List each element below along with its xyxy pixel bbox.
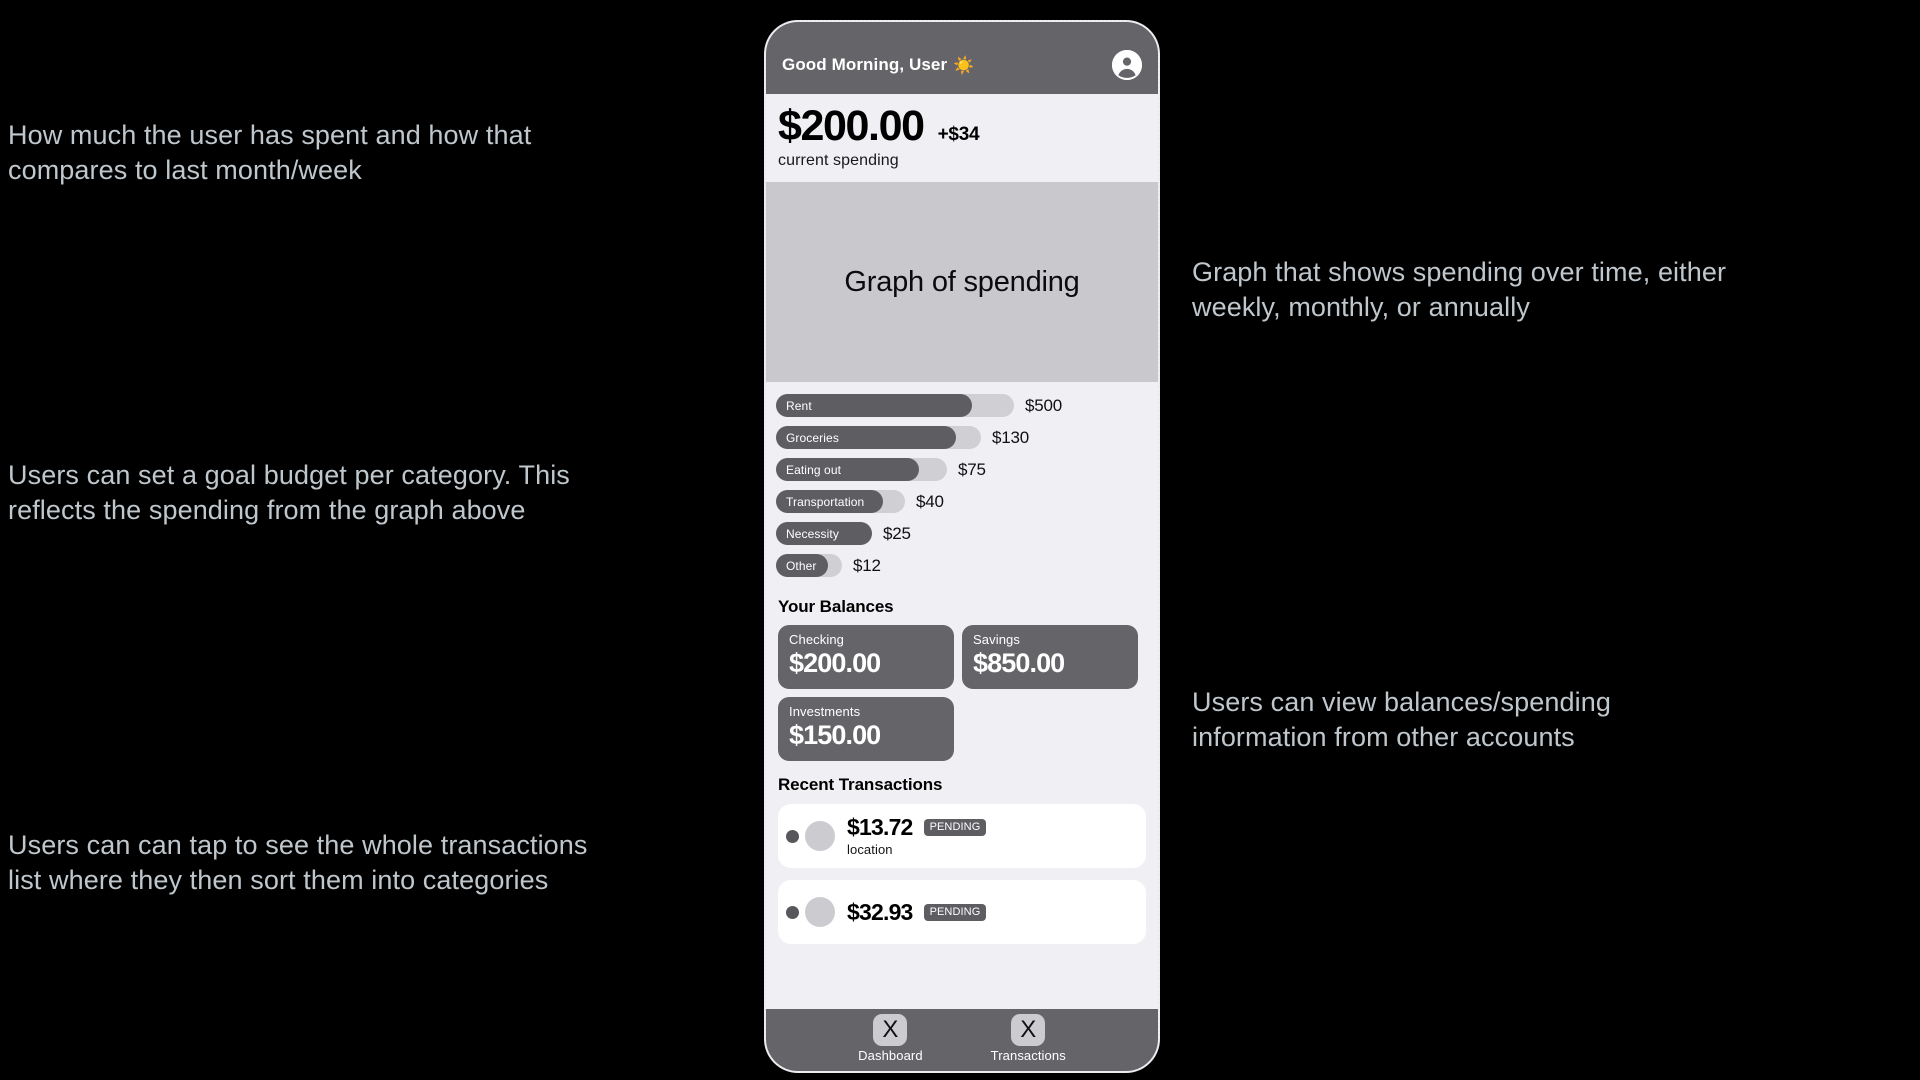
- nav-item-transactions[interactable]: X Transactions: [990, 1013, 1066, 1063]
- transaction-status-badge: PENDING: [923, 819, 987, 837]
- annotation-balances: Users can view balances/spending informa…: [1192, 687, 1611, 753]
- transaction-row[interactable]: $32.93 PENDING: [778, 880, 1146, 945]
- budget-category-value: $500: [1025, 395, 1063, 415]
- budget-row[interactable]: Eating out $75: [776, 458, 1146, 482]
- budget-category-value: $75: [958, 459, 986, 479]
- budget-row[interactable]: Rent $500: [776, 394, 1146, 418]
- nav-item-label: Dashboard: [858, 1047, 923, 1063]
- spending-label: current spending: [778, 152, 899, 170]
- phone-mockup: Good Morning, User ☀️ $200.00 +$34 curre…: [764, 20, 1160, 1073]
- spending-graph-label: Graph of spending: [844, 265, 1080, 298]
- merchant-avatar: [805, 821, 835, 852]
- budget-track: Other: [776, 554, 842, 578]
- annotation-transactions: Users can can tap to see the whole trans…: [8, 830, 588, 896]
- nav-item-label: Transactions: [990, 1047, 1066, 1063]
- balances-section: Your Balances Checking $200.00 Savings $850…: [766, 591, 1158, 762]
- budget-category-label: Other: [786, 558, 817, 573]
- balance-account-value: $850.00: [973, 648, 1065, 679]
- transaction-top-row: $32.93 PENDING: [847, 898, 987, 925]
- transaction-row[interactable]: $13.72 PENDING location: [778, 804, 1146, 869]
- spending-summary: $200.00 +$34 current spending: [766, 94, 1158, 183]
- nav-placeholder-x-icon: X: [873, 1013, 908, 1046]
- budget-track: Necessity: [776, 522, 872, 546]
- transaction-location: location: [847, 842, 893, 858]
- budget-category-label: Eating out: [786, 462, 842, 477]
- spending-graph[interactable]: Graph of spending: [766, 182, 1158, 383]
- greeting: Good Morning, User ☀️: [782, 41, 974, 75]
- annotation-spending: How much the user has spent and how that…: [8, 120, 532, 186]
- budget-track: Groceries: [776, 426, 981, 450]
- transaction-body: $13.72 PENDING location: [847, 814, 987, 858]
- sun-icon: ☀️: [953, 55, 975, 75]
- nav-item-dashboard[interactable]: X Dashboard: [858, 1013, 923, 1063]
- spending-amount-row: $200.00 +$34: [778, 102, 1146, 150]
- budget-category-value: $12: [853, 555, 881, 575]
- app-header: Good Morning, User ☀️: [766, 22, 1158, 94]
- budget-category-label: Groceries: [786, 430, 839, 445]
- budget-category-label: Necessity: [786, 526, 839, 541]
- budget-track: Eating out: [776, 458, 947, 482]
- balance-account-name: Investments: [789, 704, 861, 720]
- transactions-section: Recent Transactions $13.72 PENDING locatio…: [766, 761, 1158, 1009]
- annotation-graph: Graph that shows spending over time, eit…: [1192, 257, 1727, 323]
- budget-category-value: $25: [883, 523, 911, 543]
- budget-category-label: Rent: [786, 398, 812, 413]
- transaction-status-dot-icon: [786, 905, 799, 919]
- account-circle-icon[interactable]: [1112, 50, 1142, 80]
- budget-row[interactable]: Groceries $130: [776, 426, 1146, 450]
- balance-card[interactable]: Checking $200.00: [778, 625, 954, 690]
- balance-card[interactable]: Savings $850.00: [962, 625, 1138, 690]
- transaction-body: $32.93 PENDING: [847, 898, 987, 925]
- budget-row[interactable]: Other $12: [776, 554, 1146, 578]
- budget-track: Transportation: [776, 490, 905, 514]
- annotation-budget: Users can set a goal budget per category…: [8, 460, 570, 526]
- spending-delta: +$34: [937, 124, 980, 145]
- balance-account-name: Checking: [789, 632, 844, 648]
- budget-category-value: $130: [992, 427, 1030, 447]
- budget-category-list: Rent $500 Groceries $130 Eating out $75 Transp…: [766, 382, 1158, 591]
- budget-row[interactable]: Necessity $25: [776, 522, 1146, 546]
- budget-category-label: Transportation: [786, 494, 865, 509]
- balance-card[interactable]: Investments $150.00: [778, 697, 954, 762]
- transaction-status-badge: PENDING: [923, 903, 987, 921]
- transaction-top-row: $13.72 PENDING: [847, 814, 987, 841]
- balances-grid: Checking $200.00 Savings $850.00 Investments…: [778, 625, 1146, 762]
- balances-title: Your Balances: [778, 597, 894, 617]
- greeting-text: Good Morning, User: [782, 55, 948, 74]
- transaction-amount: $13.72: [847, 814, 913, 841]
- balance-account-name: Savings: [973, 632, 1020, 648]
- balance-account-value: $200.00: [789, 648, 881, 679]
- nav-placeholder-x-icon: X: [1011, 1013, 1046, 1046]
- balance-account-value: $150.00: [789, 720, 881, 751]
- bottom-navigation: X Dashboard X Transactions: [766, 1009, 1158, 1071]
- transactions-title: Recent Transactions: [778, 775, 943, 795]
- budget-category-value: $40: [916, 491, 944, 511]
- transaction-amount: $32.93: [847, 898, 913, 925]
- transaction-status-dot-icon: [786, 829, 799, 843]
- transactions-list: $13.72 PENDING location $32.93 PENDING: [778, 804, 1146, 945]
- budget-row[interactable]: Transportation $40: [776, 490, 1146, 514]
- budget-track: Rent: [776, 394, 1014, 418]
- spending-amount: $200.00: [778, 102, 925, 150]
- merchant-avatar: [805, 897, 835, 928]
